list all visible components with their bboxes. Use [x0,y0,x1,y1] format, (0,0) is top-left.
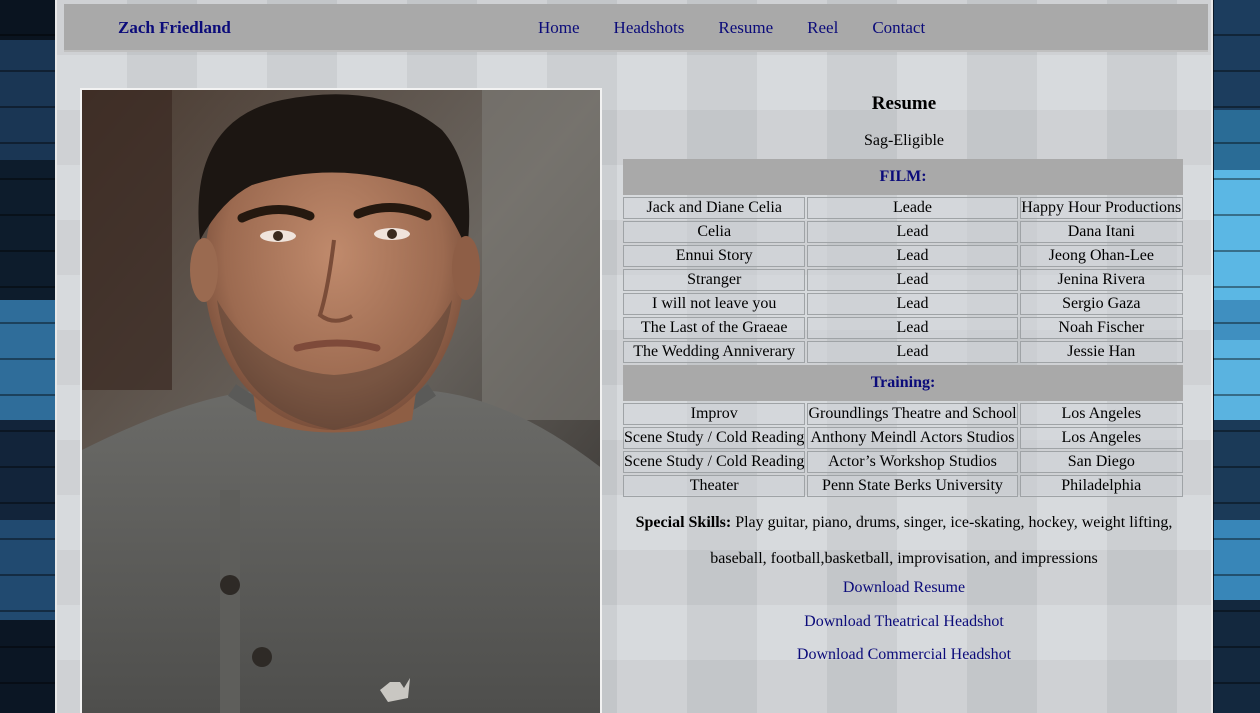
training-location: Los Angeles [1019,427,1183,449]
training-school: Penn State Berks University [807,475,1018,497]
training-heading: Training: [623,365,1183,401]
skills-label: Special Skills: [635,514,732,531]
download-resume-link[interactable]: Download Resume [843,579,965,596]
film-production: Happy Hour Productions [1019,197,1183,219]
training-row: Improv Groundlings Theatre and School Lo… [623,403,1183,425]
training-subject: Scene Study / Cold Reading [623,427,806,449]
page-container: Zach Friedland Home Headshots Resume Ree… [55,0,1213,713]
nav-reel-link[interactable]: Reel [807,18,838,38]
headshot-photo [80,88,602,713]
film-row: The Last of the Graeae Lead Noah Fischer [623,317,1183,339]
film-role: Lead [807,245,1018,267]
resume-section: Resume Sag-Eligible FILM: Jack and Diane… [623,88,1185,678]
film-row: I will not leave you Lead Sergio Gaza [623,293,1183,315]
film-row: Jack and Diane Celia Leade Happy Hour Pr… [623,197,1183,219]
film-role: Lead [807,269,1018,291]
film-production: Jeong Ohan-Lee [1019,245,1183,267]
top-navbar: Zach Friedland Home Headshots Resume Ree… [64,4,1208,52]
background-right-strip [1214,0,1260,713]
film-role: Lead [807,293,1018,315]
film-production: Jenina Rivera [1019,269,1183,291]
film-role: Leade [807,197,1018,219]
film-production: Noah Fischer [1019,317,1183,339]
film-heading: FILM: [623,159,1183,195]
training-row: Scene Study / Cold Reading Anthony Meind… [623,427,1183,449]
film-production: Jessie Han [1019,341,1183,363]
training-school: Actor’s Workshop Studios [807,451,1018,473]
film-title: Celia [623,221,806,243]
film-title: The Last of the Graeae [623,317,806,339]
training-location: San Diego [1019,451,1183,473]
background-left-strip [0,0,55,713]
film-title: The Wedding Anniverary [623,341,806,363]
training-school: Anthony Meindl Actors Studios [807,427,1018,449]
resume-title: Resume [871,93,937,114]
film-production: Dana Itani [1019,221,1183,243]
film-row: Ennui Story Lead Jeong Ohan-Lee [623,245,1183,267]
training-row: Theater Penn State Berks University Phil… [623,475,1183,497]
download-item: Download Theatrical Headshot [623,611,1185,645]
training-subject: Improv [623,403,806,425]
download-theatrical-headshot-link[interactable]: Download Theatrical Headshot [804,613,1004,630]
training-subject: Scene Study / Cold Reading [623,451,806,473]
headshot-illustration [82,90,600,713]
special-skills: Special Skills: Play guitar, piano, drum… [623,505,1185,577]
film-production: Sergio Gaza [1019,293,1183,315]
film-title: Ennui Story [623,245,806,267]
training-location: Philadelphia [1019,475,1183,497]
nav-home-link[interactable]: Home [538,18,580,38]
film-title: I will not leave you [623,293,806,315]
training-location: Los Angeles [1019,403,1183,425]
download-commercial-headshot-link[interactable]: Download Commercial Headshot [797,646,1011,663]
training-subject: Theater [623,475,806,497]
film-row: Stranger Lead Jenina Rivera [623,269,1183,291]
nav-contact-link[interactable]: Contact [872,18,925,38]
film-title: Jack and Diane Celia [623,197,806,219]
training-school: Groundlings Theatre and School [807,403,1018,425]
film-role: Lead [807,341,1018,363]
download-item: Download Resume [623,577,1185,611]
skills-text: Play guitar, piano, drums, singer, ice-s… [710,514,1173,567]
nav-resume-link[interactable]: Resume [718,18,773,38]
resume-table: FILM: Jack and Diane Celia Leade Happy H… [621,157,1185,499]
film-row: The Wedding Anniverary Lead Jessie Han [623,341,1183,363]
nav-links: Home Headshots Resume Reel Contact [538,18,959,38]
site-brand-link[interactable]: Zach Friedland [118,18,231,38]
film-row: Celia Lead Dana Itani [623,221,1183,243]
film-role: Lead [807,317,1018,339]
training-row: Scene Study / Cold Reading Actor’s Works… [623,451,1183,473]
nav-headshots-link[interactable]: Headshots [614,18,685,38]
download-item: Download Commercial Headshot [623,644,1185,678]
film-role: Lead [807,221,1018,243]
film-title: Stranger [623,269,806,291]
resume-subtitle: Sag-Eligible [864,132,944,149]
